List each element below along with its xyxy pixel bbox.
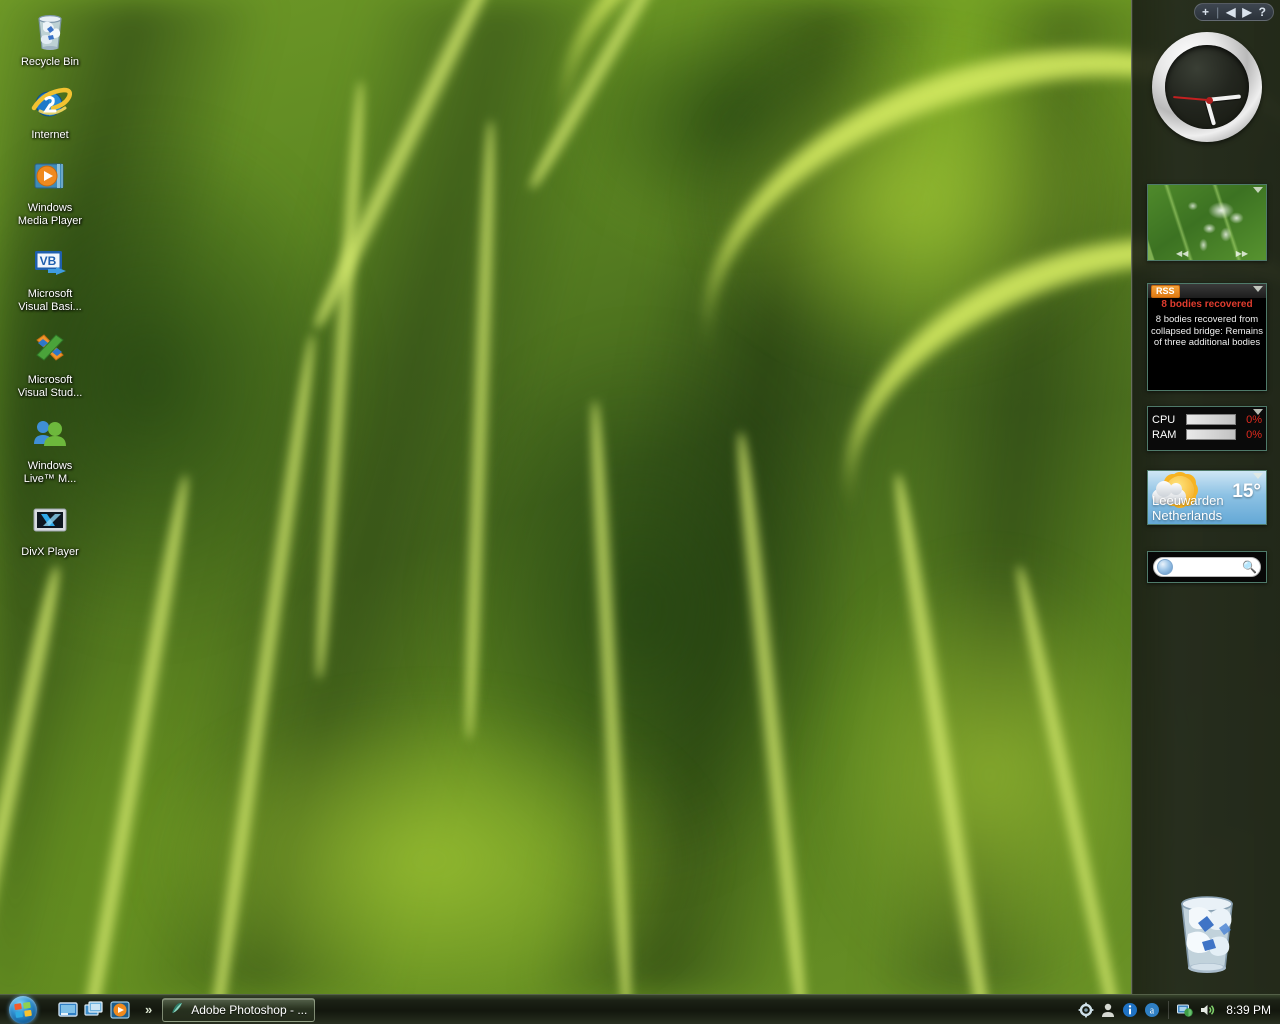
windows-live-messenger-icon	[28, 412, 72, 456]
windows-media-player-icon	[28, 154, 72, 198]
clock-gadget[interactable]	[1147, 30, 1267, 162]
sidebar-next-button[interactable]: ▶	[1242, 6, 1251, 18]
chevron-down-icon[interactable]	[1253, 473, 1263, 479]
internet-explorer-icon	[28, 81, 73, 125]
desktop-icon-label: Microsoft Visual Basi...	[18, 288, 82, 313]
sidebar-toolbar: + | ◀ ▶ ?	[1194, 3, 1274, 21]
windows-flag-icon	[14, 1001, 32, 1018]
slideshow-previous-button[interactable]: ◀◀	[1176, 249, 1188, 258]
desktop-icon-windows-live-messenger[interactable]: Windows Live™ M...	[12, 412, 88, 486]
desktop-icon-list: Recycle Bin Internet Windows Media Playe…	[0, 0, 100, 571]
desktop-icon-windows-media-player[interactable]: Windows Media Player	[12, 154, 88, 228]
svg-text:a: a	[1150, 1005, 1155, 1016]
weather-container: 15° Leeuwarden Netherlands	[1147, 470, 1267, 525]
rss-body-text: 8 bodies recovered from collapsed bridge…	[1151, 314, 1263, 348]
clock-second-hand	[1173, 96, 1208, 101]
taskbar-clock[interactable]: 8:39 PM	[1226, 1003, 1271, 1017]
sidebar-help-button[interactable]: ?	[1259, 6, 1266, 18]
cpu-ram-meter-gadget[interactable]: CPU 0% RAM 0%	[1147, 406, 1267, 451]
meter-row-ram: RAM 0%	[1152, 427, 1262, 442]
network-icon[interactable]	[1177, 1002, 1193, 1018]
desktop-icon-divx-player[interactable]: DivX Player	[12, 498, 88, 559]
a-letter-icon[interactable]: a	[1144, 1002, 1160, 1018]
slideshow-gadget[interactable]: ◀◀ ▶▶	[1147, 184, 1267, 261]
search-input[interactable]	[1173, 561, 1243, 573]
system-tray: a 8:39 PM	[1078, 1000, 1280, 1019]
desktop-icon-label: Windows Media Player	[17, 202, 83, 227]
search-field-wrapper[interactable]: 🔍	[1153, 557, 1261, 577]
rss-header: RSS	[1148, 284, 1266, 298]
desktop-icon-label: Microsoft Visual Stud...	[17, 374, 83, 399]
desktop-icon-recycle-bin[interactable]: Recycle Bin	[12, 8, 88, 69]
rss-badge: RSS	[1151, 284, 1180, 298]
start-button[interactable]	[3, 995, 47, 1024]
switch-windows-icon[interactable]	[83, 999, 105, 1021]
cpu-label: CPU	[1152, 413, 1176, 426]
desktop-icon-label: DivX Player	[21, 546, 79, 558]
weather-gadget[interactable]: 15° Leeuwarden Netherlands	[1147, 470, 1267, 525]
rss-headline[interactable]: 8 bodies recovered	[1148, 298, 1266, 313]
sidebar-toolbar-separator: |	[1216, 5, 1220, 19]
taskbar: » Adobe Photoshop - ... a 8:39 PM	[0, 994, 1280, 1024]
slideshow-frame: ◀◀ ▶▶	[1147, 184, 1267, 261]
sidebar-previous-button[interactable]: ◀	[1226, 6, 1235, 18]
magnifier-icon[interactable]: 🔍	[1242, 560, 1257, 574]
sidebar-add-gadget-button[interactable]: +	[1202, 6, 1209, 18]
clock-dial	[1165, 45, 1249, 129]
meter-row-cpu: CPU 0%	[1152, 412, 1262, 427]
desktop-icon-label: Windows Live™ M...	[23, 460, 77, 485]
slideshow-image	[1148, 185, 1266, 260]
quick-launch-bar: »	[57, 999, 158, 1021]
clock-center-pin	[1206, 97, 1213, 104]
weather-city: Leeuwarden	[1152, 493, 1224, 508]
search-container: 🔍	[1147, 551, 1267, 583]
desktop-icon-visual-studio[interactable]: Microsoft Visual Stud...	[12, 326, 88, 400]
chevron-down-icon[interactable]	[1253, 286, 1263, 292]
show-desktop-icon[interactable]	[57, 999, 79, 1021]
quick-launch-overflow-button[interactable]: »	[145, 1002, 152, 1017]
rss-container: RSS 8 bodies recovered 8 bodies recovere…	[1147, 283, 1267, 391]
adobe-photoshop-icon	[170, 1001, 185, 1019]
volume-icon[interactable]	[1199, 1002, 1215, 1018]
recycle-bin-gadget[interactable]	[1162, 890, 1252, 976]
svg-text:VB: VB	[40, 254, 57, 268]
globe-icon[interactable]	[1157, 559, 1173, 575]
desktop-icon-internet[interactable]: Internet	[12, 81, 88, 142]
wallpaper-bright-patch	[820, 560, 1160, 990]
chevron-down-icon[interactable]	[1253, 187, 1263, 193]
slideshow-next-button[interactable]: ▶▶	[1236, 249, 1248, 258]
cpu-value: 0%	[1246, 413, 1262, 426]
weather-temperature: 15°	[1232, 481, 1261, 502]
weather-location: Leeuwarden Netherlands	[1152, 493, 1224, 523]
taskbar-task-label: Adobe Photoshop - ...	[191, 1002, 308, 1017]
divx-player-icon	[28, 498, 72, 542]
windows-start-orb-icon	[9, 995, 37, 1024]
ram-label: RAM	[1152, 428, 1177, 441]
info-icon[interactable]	[1122, 1002, 1138, 1018]
taskbar-task-adobe-photoshop[interactable]: Adobe Photoshop - ...	[162, 997, 316, 1022]
windows-media-player-icon[interactable]	[109, 999, 131, 1021]
search-gadget[interactable]: 🔍	[1147, 551, 1267, 583]
desktop-icon-label: Recycle Bin	[20, 56, 80, 68]
visual-studio-icon	[28, 326, 72, 370]
recycle-bin-icon	[28, 8, 72, 52]
chevron-down-icon[interactable]	[1253, 409, 1263, 415]
ram-progress-bar	[1186, 429, 1236, 440]
desktop-icon-label: Internet	[31, 129, 69, 141]
visual-basic-icon: VB	[28, 240, 72, 284]
weather-country: Netherlands	[1152, 508, 1223, 523]
tray-divider	[1168, 1000, 1170, 1019]
rss-feed-gadget[interactable]: RSS 8 bodies recovered 8 bodies recovere…	[1147, 283, 1267, 391]
clock-face	[1152, 32, 1262, 142]
desktop-icon-visual-basic[interactable]: VB Microsoft Visual Basi...	[12, 240, 88, 314]
ram-value: 0%	[1246, 428, 1262, 441]
meter-container: CPU 0% RAM 0%	[1147, 406, 1267, 451]
desktop-wallpaper[interactable]	[0, 0, 1280, 994]
gear-icon[interactable]	[1078, 1002, 1094, 1018]
windows-sidebar: + | ◀ ▶ ? ◀◀ ▶▶ RSS 8 bodies recovered 8…	[1131, 0, 1280, 994]
cpu-progress-bar	[1186, 414, 1236, 425]
person-icon[interactable]	[1100, 1002, 1116, 1018]
